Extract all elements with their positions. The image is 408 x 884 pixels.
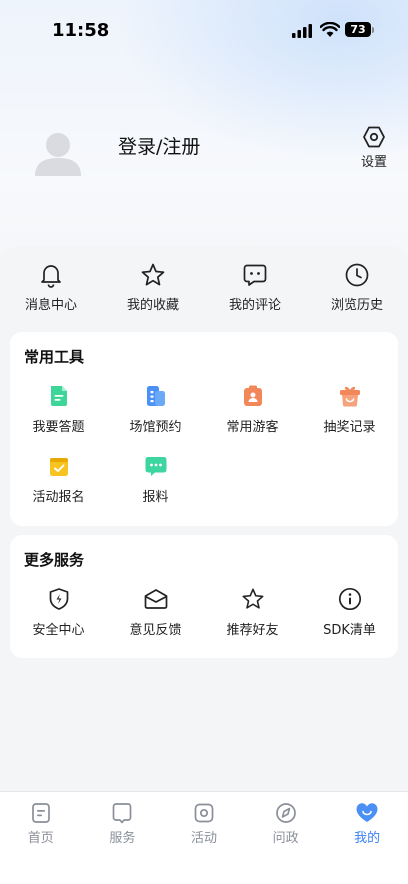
service-sdk-list[interactable]: SDK清单 [301,587,398,638]
star-icon [141,263,165,286]
content-panel [0,246,408,806]
tab-services[interactable]: 服务 [82,792,164,884]
services-card: 更多服务 安全中心 意见反馈 推荐好友 SDK清单 [10,535,398,658]
heart-icon [356,803,378,822]
lottery-icon [339,386,360,407]
quick-action-label: 我的评论 [228,298,281,313]
compass-icon [275,803,296,823]
quick-action-comments[interactable]: 我的评论 [204,262,306,322]
tab-label: 活动 [190,831,217,846]
tools-title: 常用工具 [24,348,85,366]
quick-action-label: 消息中心 [24,298,77,313]
tool-label: 场馆预约 [129,420,182,435]
tab-inquiry[interactable]: 问政 [245,792,327,884]
quick-action-favorites[interactable]: 我的收藏 [102,262,204,322]
quick-action-label: 我的收藏 [126,298,179,313]
login-register-link[interactable]: 登录/注册 [118,132,200,159]
tool-news-tip[interactable]: 报料 [107,454,204,505]
quick-action-label: 浏览历史 [330,298,383,313]
quick-action-history[interactable]: 浏览历史 [306,262,408,322]
quick-actions: 消息中心 我的收藏 我的评论 浏览历史 [0,262,408,322]
tool-venue-booking[interactable]: 场馆预约 [107,384,204,435]
visitor-icon [243,385,262,406]
service-recommend-friends[interactable]: 推荐好友 [204,587,301,638]
settings-label: 设置 [360,155,387,170]
envelope-icon [144,589,167,609]
venue-icon [146,386,165,406]
document-icon [50,386,67,406]
battery-indicator: 73 [345,22,375,38]
wifi-icon [320,22,340,37]
quick-action-messages[interactable]: 消息中心 [0,262,102,322]
service-security-center[interactable]: 安全中心 [10,587,107,638]
tab-label: 首页 [27,831,54,846]
info-icon [338,587,361,611]
tool-label: 报料 [142,490,169,505]
tool-event-signup[interactable]: 活动报名 [10,454,107,505]
tab-activities[interactable]: 活动 [163,792,245,884]
service-feedback[interactable]: 意见反馈 [107,587,204,638]
home-icon [31,803,50,823]
gear-icon [363,126,385,148]
tab-label: 我的 [354,831,381,846]
activity-icon [194,803,214,823]
clock-icon [345,263,369,287]
service-label: 安全中心 [32,623,85,638]
shield-icon [49,588,68,610]
signup-icon [49,458,68,476]
tool-label: 抽奖记录 [323,420,376,435]
service-label: 意见反馈 [129,623,182,638]
status-bar: 11:58 73 [0,0,408,60]
settings-button[interactable]: 设置 [352,125,396,170]
tab-label: 问政 [272,831,299,846]
tab-mine[interactable]: 我的 [326,792,408,884]
service-label: SDK清单 [323,623,376,638]
chat-report-icon [145,457,166,476]
tool-label: 我要答题 [32,420,85,435]
battery-level: 73 [345,22,371,37]
tool-label: 常用游客 [226,420,279,435]
status-time: 11:58 [52,20,110,41]
tab-label: 服务 [109,831,136,846]
services-title: 更多服务 [24,551,85,569]
tool-lottery-records[interactable]: 抽奖记录 [301,384,398,435]
avatar[interactable] [33,130,83,180]
bell-icon [41,265,61,288]
tool-label: 活动报名 [32,490,85,505]
bottom-tab-bar: 首页 服务 活动 问政 我的 [0,791,408,884]
comment-icon [243,264,267,286]
service-label: 推荐好友 [226,623,279,638]
cellular-signal-icon [292,24,312,38]
tool-answer-quiz[interactable]: 我要答题 [10,384,107,435]
tools-card: 常用工具 我要答题 场馆预约 常用游客 抽奖记录 活动报名 报料 [10,332,398,526]
tool-frequent-visitors[interactable]: 常用游客 [204,384,301,435]
star-icon [242,588,263,609]
service-icon [113,803,132,824]
tab-home[interactable]: 首页 [0,792,82,884]
